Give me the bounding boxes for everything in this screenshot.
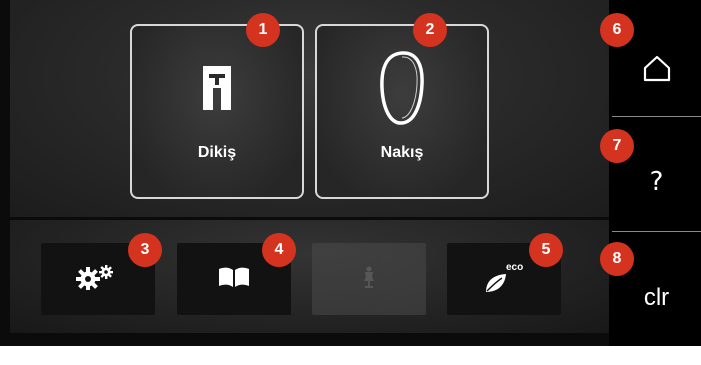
callout-badge-2: 2: [413, 13, 447, 47]
sewing-mode-button[interactable]: Dikiş: [130, 24, 304, 199]
callout-badge-6: 6: [600, 13, 634, 47]
sidebar-divider: [612, 116, 701, 117]
callout-badge-4: 4: [262, 233, 296, 267]
book-icon: [218, 266, 250, 293]
presser-foot-icon: [201, 64, 233, 119]
embroidery-mode-button[interactable]: Nakış: [315, 24, 489, 199]
clear-label: clr: [643, 284, 670, 311]
callout-badge-1: 1: [246, 13, 280, 47]
sewing-mode-label: Dikiş: [197, 144, 237, 161]
callout-badge-3: 3: [128, 233, 162, 267]
stitch-guide-button[interactable]: [312, 243, 426, 315]
embroidery-hoop-icon: [376, 48, 428, 133]
home-icon: [642, 54, 672, 87]
eco-text: eco: [506, 262, 524, 273]
gears-icon: [76, 264, 120, 295]
dress-form-icon: [362, 266, 376, 293]
mode-selection-area: [10, 0, 609, 217]
callout-badge-7: 7: [600, 129, 634, 163]
callout-badge-8: 8: [600, 242, 634, 276]
eco-leaf-icon: eco: [484, 262, 524, 294]
help-icon: ?: [649, 167, 664, 197]
embroidery-mode-label: Nakış: [380, 144, 424, 161]
callout-badge-5: 5: [529, 233, 563, 267]
